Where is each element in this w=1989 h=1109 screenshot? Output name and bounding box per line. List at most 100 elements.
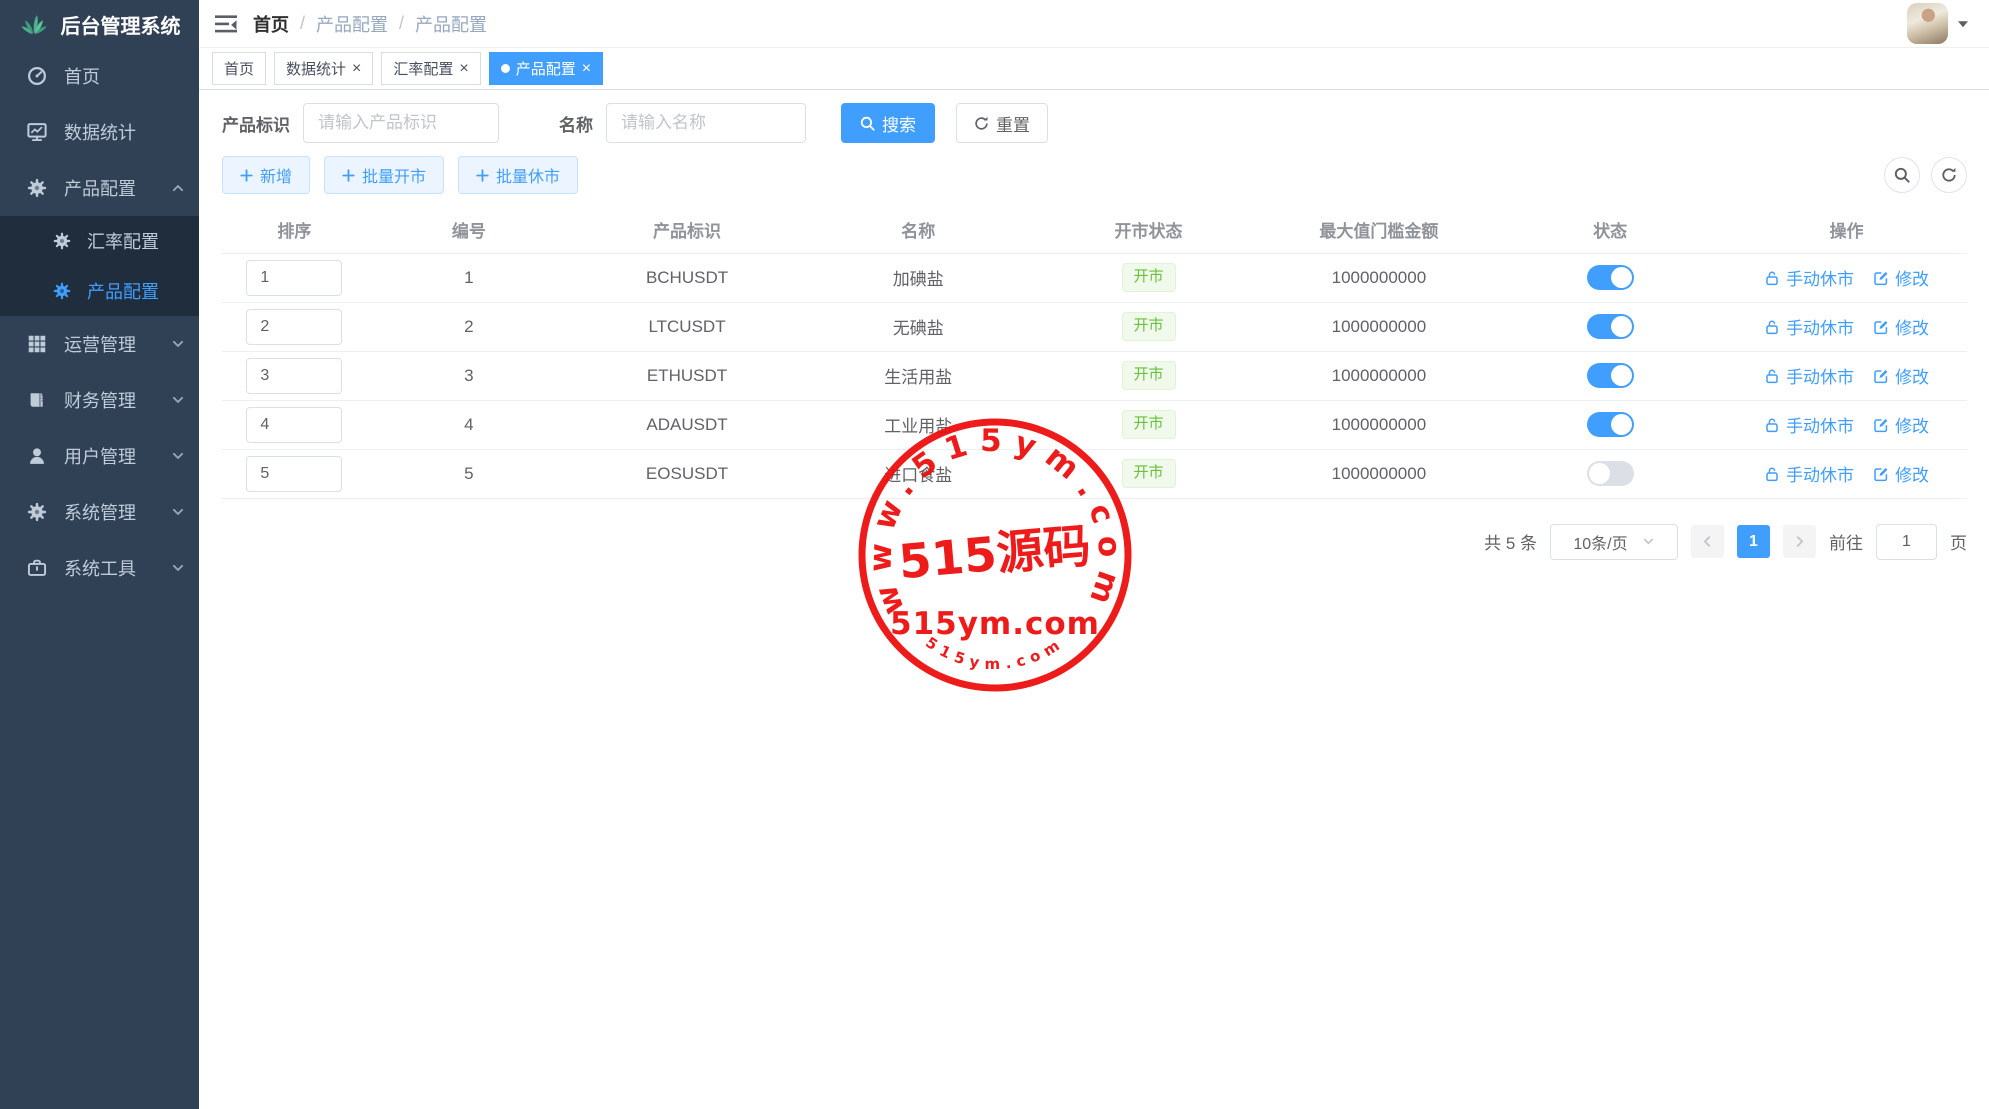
manual-close-label: 手动休市 (1786, 314, 1854, 339)
sidebar-item-operations[interactable]: 运营管理 (0, 316, 199, 372)
name-input[interactable] (606, 103, 806, 143)
market-status-tag: 开市 (1122, 361, 1176, 390)
caret-down-icon[interactable] (1957, 19, 1969, 29)
col-header-no: 编号 (367, 207, 571, 253)
search-button-label: 搜索 (882, 111, 916, 136)
navbar-right (1907, 3, 1989, 44)
reset-button[interactable]: 重置 (956, 103, 1048, 143)
cell-status (1494, 351, 1726, 400)
breadcrumb-home[interactable]: 首页 (253, 11, 289, 37)
tab-label: 数据统计 (286, 58, 346, 79)
toolbox-icon (26, 557, 48, 579)
goto-page-input[interactable] (1876, 524, 1937, 560)
search-button[interactable]: 搜索 (841, 103, 935, 143)
page-number-button[interactable]: 1 (1737, 525, 1770, 558)
tab-product-config[interactable]: 产品配置 × (489, 52, 603, 85)
ledger-icon (26, 389, 48, 411)
sidebar-subitem-label: 产品配置 (87, 278, 159, 304)
sidebar-subitem-product-config[interactable]: 产品配置 (0, 266, 199, 316)
cell-status (1494, 449, 1726, 498)
lock-icon (1764, 368, 1780, 384)
edit-link[interactable]: 修改 (1873, 461, 1929, 486)
manual-close-market-link[interactable]: 手动休市 (1764, 314, 1854, 339)
tab-home[interactable]: 首页 (212, 52, 266, 85)
sort-input[interactable] (246, 407, 342, 443)
edit-link[interactable]: 修改 (1873, 265, 1929, 290)
gear-icon (52, 231, 72, 251)
edit-link[interactable]: 修改 (1873, 363, 1929, 388)
reset-button-label: 重置 (996, 111, 1030, 136)
status-toggle[interactable] (1587, 363, 1634, 388)
table-row: 1 BCHUSDT 加碘盐 开市 1000000000 手动休市 修改 (222, 253, 1967, 302)
cell-market-status: 开市 (1033, 449, 1263, 498)
product-code-input[interactable] (303, 103, 499, 143)
cell-sort (222, 253, 367, 302)
edit-link[interactable]: 修改 (1873, 412, 1929, 437)
sidebar-item-home[interactable]: 首页 (0, 48, 199, 104)
edit-link[interactable]: 修改 (1873, 314, 1929, 339)
edit-icon (1873, 466, 1889, 482)
sidebar-subitem-rate-config[interactable]: 汇率配置 (0, 216, 199, 266)
sidebar-collapse-button[interactable] (199, 0, 253, 48)
next-page-button[interactable] (1783, 525, 1816, 558)
cell-market-status: 开市 (1033, 351, 1263, 400)
gear-icon (52, 281, 72, 301)
manual-close-market-link[interactable]: 手动休市 (1764, 363, 1854, 388)
sidebar-subitem-label: 汇率配置 (87, 228, 159, 254)
cell-name: 进口食盐 (803, 449, 1033, 498)
arrow-right-icon (1793, 535, 1806, 548)
cell-actions: 手动休市 修改 (1726, 253, 1967, 302)
manual-close-market-link[interactable]: 手动休市 (1764, 265, 1854, 290)
prev-page-button[interactable] (1691, 525, 1724, 558)
sort-input[interactable] (246, 358, 342, 394)
close-icon[interactable]: × (459, 61, 468, 77)
sort-input[interactable] (246, 456, 342, 492)
filter-label-product-code: 产品标识 (222, 111, 290, 136)
tab-label: 产品配置 (516, 58, 576, 79)
status-toggle[interactable] (1587, 314, 1634, 339)
close-icon[interactable]: × (582, 61, 591, 77)
cell-status (1494, 253, 1726, 302)
sort-input[interactable] (246, 260, 342, 296)
edit-label: 修改 (1895, 314, 1929, 339)
page-size-select[interactable]: 10条/页 (1550, 524, 1678, 560)
pagination-total: 共 5 条 (1484, 529, 1537, 554)
cell-status (1494, 400, 1726, 449)
table-refresh-button[interactable] (1931, 157, 1967, 193)
col-header-status: 状态 (1494, 207, 1726, 253)
cell-no: 1 (367, 253, 571, 302)
sidebar-item-system[interactable]: 系统管理 (0, 484, 199, 540)
breadcrumb: 首页 / 产品配置 / 产品配置 (253, 11, 487, 37)
tab-label: 首页 (224, 58, 254, 79)
tab-rate-config[interactable]: 汇率配置 × (381, 52, 480, 85)
grid-icon (26, 333, 48, 355)
sidebar-item-tools[interactable]: 系统工具 (0, 540, 199, 596)
add-button[interactable]: 新增 (222, 156, 310, 194)
cell-code: BCHUSDT (571, 253, 803, 302)
goto-label: 前往 (1829, 529, 1863, 554)
sidebar-item-product-config[interactable]: 产品配置 (0, 160, 199, 216)
status-toggle[interactable] (1587, 265, 1634, 290)
sidebar-item-finance[interactable]: 财务管理 (0, 372, 199, 428)
close-icon[interactable]: × (352, 61, 361, 77)
lock-icon (1764, 270, 1780, 286)
tab-statistics[interactable]: 数据统计 × (274, 52, 373, 85)
status-toggle[interactable] (1587, 412, 1634, 437)
user-icon (26, 445, 48, 467)
status-toggle[interactable] (1587, 461, 1634, 486)
table-search-button[interactable] (1884, 157, 1920, 193)
edit-icon (1873, 270, 1889, 286)
sidebar-item-label: 财务管理 (64, 387, 171, 413)
edit-label: 修改 (1895, 265, 1929, 290)
chevron-down-icon (171, 393, 185, 407)
sidebar-item-users[interactable]: 用户管理 (0, 428, 199, 484)
avatar[interactable] (1907, 3, 1948, 44)
breadcrumb-separator: / (399, 13, 404, 34)
sort-input[interactable] (246, 309, 342, 345)
manual-close-market-link[interactable]: 手动休市 (1764, 412, 1854, 437)
manual-close-market-link[interactable]: 手动休市 (1764, 461, 1854, 486)
batch-close-market-button[interactable]: 批量休市 (458, 156, 578, 194)
cell-sort (222, 302, 367, 351)
batch-open-market-button[interactable]: 批量开市 (324, 156, 444, 194)
sidebar-item-statistics[interactable]: 数据统计 (0, 104, 199, 160)
